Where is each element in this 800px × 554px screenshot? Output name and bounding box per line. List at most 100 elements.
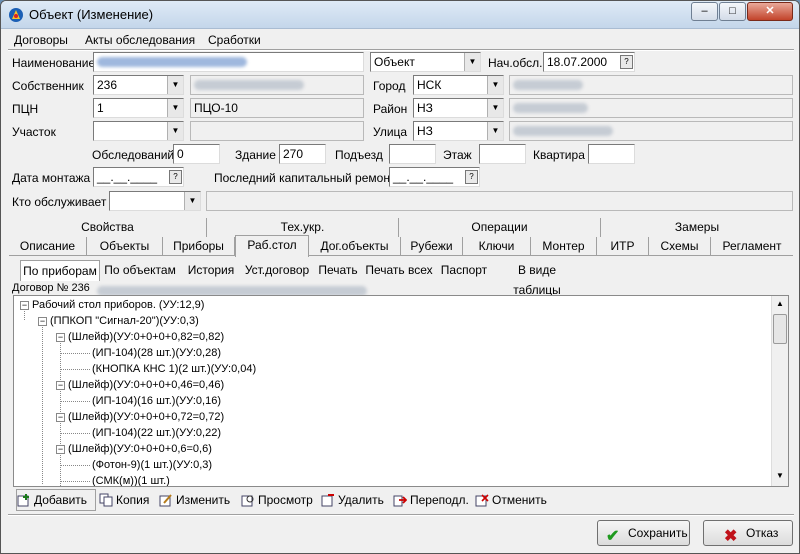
- tab-operations[interactable]: Операции: [399, 218, 601, 237]
- floor-input[interactable]: [479, 144, 526, 164]
- tree-connector: [60, 340, 61, 380]
- collapse-icon[interactable]: −: [56, 445, 65, 454]
- tree-node-device[interactable]: (СМК(м))(1 шт.): [92, 474, 170, 486]
- collapse-icon[interactable]: −: [56, 381, 65, 390]
- menu-alarms[interactable]: Сработки: [208, 33, 261, 47]
- flat-label: Квартира: [533, 148, 585, 162]
- scroll-down-icon[interactable]: ▼: [772, 468, 788, 484]
- tree-node-loop[interactable]: − (Шлейф)(УУ:0+0+0+0,46=0,46): [56, 378, 224, 392]
- tree-node-device[interactable]: (КНОПКА КНС 1)(2 шт.)(УУ:0,04): [92, 362, 256, 376]
- repair-date-value: __.__.____: [393, 170, 454, 184]
- tree-node-device[interactable]: (Фотон-9)(1 шт.)(УУ:0,3): [92, 458, 212, 472]
- collapse-icon[interactable]: −: [38, 317, 47, 326]
- service-name-field: [206, 191, 793, 211]
- owner-select[interactable]: 236 ▼: [93, 75, 184, 95]
- subtab-set-contract[interactable]: Уст.договор: [242, 260, 312, 281]
- tree-node-loop[interactable]: − (Шлейф)(УУ:0+0+0+0,6=0,6): [56, 442, 212, 456]
- calendar-icon[interactable]: ?: [465, 170, 478, 184]
- tab-keys[interactable]: Ключи: [463, 237, 531, 256]
- maximize-icon: □: [729, 5, 736, 17]
- collapse-icon[interactable]: −: [20, 301, 29, 310]
- tab-borders[interactable]: Рубежи: [401, 237, 463, 256]
- tab-installer[interactable]: Монтер: [531, 237, 597, 256]
- city-select[interactable]: НСК ▼: [413, 75, 504, 95]
- service-select[interactable]: ▼: [109, 191, 201, 211]
- tree-connector: [60, 369, 90, 370]
- delete-button[interactable]: Удалить: [320, 489, 390, 511]
- minimize-button[interactable]: –: [691, 2, 718, 21]
- maximize-button[interactable]: □: [719, 2, 746, 21]
- tree-node-device[interactable]: (ИП-104)(28 шт.)(УУ:0,28): [92, 346, 221, 360]
- district-select[interactable]: НЗ ▼: [413, 98, 504, 118]
- subtab-by-objects[interactable]: По объектам: [100, 260, 180, 281]
- chevron-down-icon: ▼: [167, 122, 183, 140]
- tree-node-root[interactable]: − Рабочий стол приборов. (УУ:12,9): [20, 298, 204, 312]
- cancel-button[interactable]: ✖ Отказ: [703, 520, 793, 546]
- subtab-history[interactable]: История: [184, 260, 238, 281]
- name-label: Наименование: [12, 56, 96, 70]
- repair-date-input[interactable]: __.__.____?: [389, 167, 480, 187]
- scroll-up-icon[interactable]: ▲: [772, 296, 788, 312]
- tab-objects[interactable]: Объекты: [87, 237, 163, 256]
- undo-button[interactable]: Отменить: [474, 489, 550, 511]
- bottom-divider: [8, 514, 794, 516]
- tree-node-device[interactable]: (ИП-104)(16 шт.)(УУ:0,16): [92, 394, 221, 408]
- pcn-select[interactable]: 1 ▼: [93, 98, 184, 118]
- collapse-icon[interactable]: −: [56, 413, 65, 422]
- scroll-thumb[interactable]: [773, 314, 787, 344]
- tab-description[interactable]: Описание: [9, 237, 87, 256]
- street-select[interactable]: НЗ ▼: [413, 121, 504, 141]
- subtab-print[interactable]: Печать: [316, 260, 360, 281]
- copy-button[interactable]: Копия: [98, 489, 156, 511]
- subtab-table-view[interactable]: В виде таблицы: [494, 260, 580, 297]
- owner-label: Собственник: [12, 79, 84, 93]
- reconnect-icon: [393, 495, 407, 507]
- tree-node-panel[interactable]: − (ППКОП "Сигнал-20")(УУ:0,3): [38, 314, 199, 328]
- subtab-passport[interactable]: Паспорт: [438, 260, 490, 281]
- tree-node-device[interactable]: (ИП-104)(22 шт.)(УУ:0,22): [92, 426, 221, 440]
- type-select[interactable]: Объект ▼: [370, 52, 481, 72]
- section-select[interactable]: ▼: [93, 121, 184, 141]
- city-name-field: [509, 75, 793, 95]
- tab-schemes[interactable]: Схемы: [649, 237, 711, 256]
- collapse-icon[interactable]: −: [56, 333, 65, 342]
- surveyed-value: 0: [177, 147, 184, 161]
- district-value: НЗ: [417, 101, 433, 115]
- tab-regulations[interactable]: Регламент: [711, 237, 793, 256]
- pcn-label: ПЦН: [12, 102, 39, 116]
- tree-node-loop[interactable]: − (Шлейф)(УУ:0+0+0+0,72=0,72): [56, 410, 224, 424]
- tree-node-loop[interactable]: − (Шлейф)(УУ:0+0+0+0,82=0,82): [56, 330, 224, 344]
- chevron-down-icon: ▼: [487, 99, 503, 117]
- reconnect-button[interactable]: Переподл.: [392, 489, 472, 511]
- subtab-by-devices[interactable]: По приборам: [20, 260, 100, 281]
- calendar-icon[interactable]: ?: [169, 170, 182, 184]
- view-button[interactable]: Просмотр: [240, 489, 318, 511]
- chevron-down-icon: ▼: [167, 76, 183, 94]
- chevron-down-icon: ▼: [487, 76, 503, 94]
- entrance-input[interactable]: [389, 144, 436, 164]
- install-date-input[interactable]: __.__.____?: [93, 167, 184, 187]
- edit-button[interactable]: Изменить: [158, 489, 238, 511]
- start-date-input[interactable]: 18.07.2000?: [543, 52, 635, 72]
- menu-divider: [8, 49, 794, 51]
- tab-measurements[interactable]: Замеры: [601, 218, 793, 237]
- tab-itr[interactable]: ИТР: [597, 237, 649, 256]
- calendar-icon[interactable]: ?: [620, 55, 633, 69]
- start-date-value: 18.07.2000: [547, 55, 608, 69]
- surveyed-input[interactable]: 0: [173, 144, 220, 164]
- flat-input[interactable]: [588, 144, 635, 164]
- tab-contract-objects[interactable]: Дог.объекты: [309, 237, 401, 256]
- tree-scrollbar[interactable]: ▲ ▼: [771, 296, 788, 486]
- building-input[interactable]: 270: [279, 144, 326, 164]
- menu-contracts[interactable]: Договоры: [14, 33, 68, 47]
- tab-workspace[interactable]: Раб.стол: [235, 235, 309, 257]
- device-tree[interactable]: − Рабочий стол приборов. (УУ:12,9) − (ППКО…: [13, 295, 789, 487]
- name-input[interactable]: [93, 52, 364, 72]
- tab-devices[interactable]: Приборы: [163, 237, 235, 256]
- tab-properties[interactable]: Свойства: [9, 218, 207, 237]
- subtab-print-all[interactable]: Печать всех: [364, 260, 434, 281]
- menu-survey-acts[interactable]: Акты обследования: [85, 33, 195, 47]
- save-button[interactable]: ✔ Сохранить: [597, 520, 690, 546]
- close-button[interactable]: ✕: [747, 2, 793, 21]
- add-button[interactable]: Добавить: [16, 489, 96, 511]
